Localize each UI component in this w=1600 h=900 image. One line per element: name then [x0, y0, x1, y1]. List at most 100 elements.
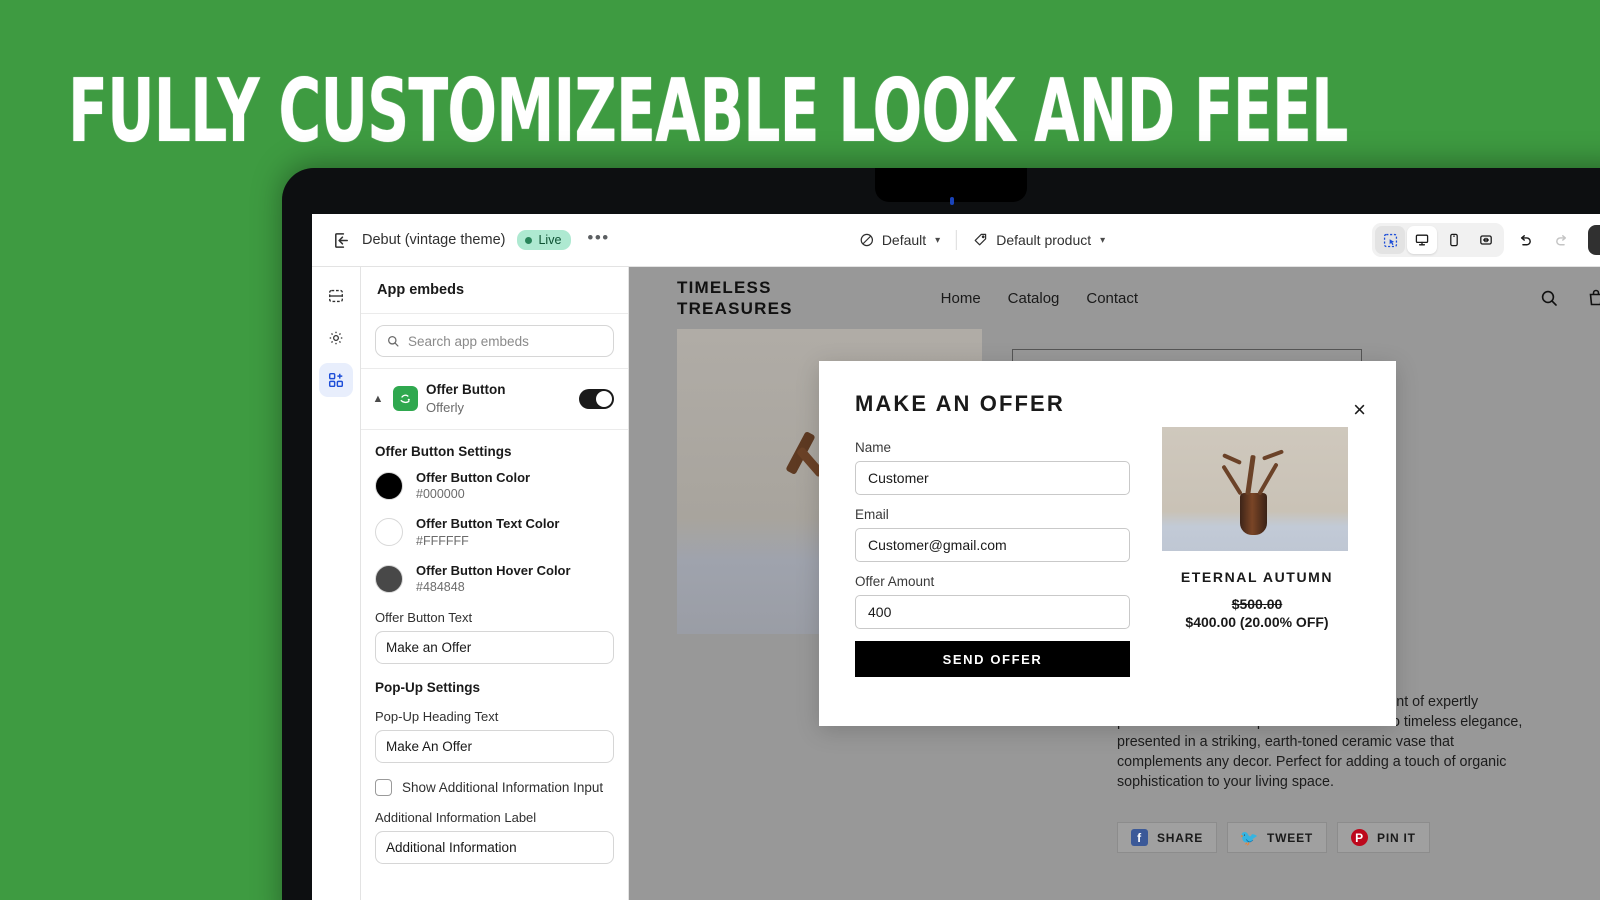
topbar-divider: [956, 230, 958, 250]
offer-amount-field-label: Offer Amount: [855, 574, 935, 589]
apps-icon[interactable]: [319, 363, 353, 397]
send-offer-button[interactable]: SEND OFFER: [855, 641, 1130, 677]
color-setting-hex: #FFFFFF: [416, 533, 469, 548]
branch-shape: [1257, 462, 1279, 496]
search-placeholder: Search app embeds: [408, 333, 529, 349]
share-button-twitter-label: TWEET: [1267, 830, 1314, 845]
undo-button[interactable]: [1510, 225, 1540, 255]
color-setting-label: Offer Button Color: [416, 469, 531, 485]
offer-form: MAKE AN OFFER Name Customer Email Custom…: [855, 391, 1130, 726]
template-selector-label: Default: [881, 232, 927, 248]
theme-name: Debut (vintage theme): [362, 232, 506, 248]
make-offer-modal: × MAKE AN OFFER Name Customer Email Cust…: [819, 361, 1396, 726]
name-field[interactable]: Customer: [855, 461, 1130, 495]
branch-shape: [1221, 464, 1243, 496]
live-dot-icon: [525, 236, 533, 244]
offerly-app-icon: [393, 386, 418, 412]
offer-button-settings: Offer Button Settings Offer Button Color…: [361, 430, 628, 865]
modal-product-card: ETERNAL AUTUMN $500.00 $400.00 (20.00% O…: [1162, 391, 1352, 726]
share-button-pinterest-label: PIN IT: [1377, 830, 1416, 845]
store-nav: Home Catalog Contact: [941, 290, 1138, 307]
more-menu-button[interactable]: •••: [581, 227, 615, 253]
popup-heading-label: Pop-Up Heading Text: [375, 709, 499, 725]
branch-shape: [1261, 449, 1285, 461]
color-setting-hex: #000000: [416, 487, 465, 502]
topbar-actions: Save: [1372, 223, 1600, 257]
device-camera-dot: [950, 197, 954, 205]
color-swatch[interactable]: [375, 564, 403, 593]
modal-title: MAKE AN OFFER: [855, 391, 1065, 416]
color-setting-row[interactable]: Offer Button Text Color #FFFFFF: [375, 515, 614, 549]
fullwidth-preview-icon[interactable]: [1471, 226, 1501, 254]
product-selector-label: Default product: [996, 232, 1092, 248]
additional-info-label-label: Additional Information Label: [375, 810, 537, 826]
app-embeds-sidebar: App embeds Search app embeds ▲ Offer But…: [361, 267, 629, 900]
topbar-center-selectors: Default ▾ Default product ▾: [850, 227, 1114, 253]
nav-item-catalog[interactable]: Catalog: [1008, 290, 1060, 307]
search-container: Search app embeds: [361, 314, 628, 369]
nav-item-home[interactable]: Home: [941, 290, 981, 307]
app-embed-row[interactable]: ▲ Offer Button Offerly: [361, 369, 628, 430]
search-icon: [1541, 290, 1557, 306]
offer-button-text-label: Offer Button Text: [375, 610, 473, 626]
color-swatch[interactable]: [375, 471, 403, 500]
offer-amount-field[interactable]: 400: [855, 595, 1130, 629]
sections-icon[interactable]: [319, 279, 353, 313]
store-logo-line1: TIMELESS: [677, 278, 772, 297]
promo-headline: FULLY CUSTOMIZEABLE LOOK AND FEEL: [68, 61, 1348, 163]
sidebar-title: App embeds: [361, 267, 628, 314]
modal-offer-price: $400.00 (20.00% OFF): [1185, 614, 1329, 630]
color-swatch[interactable]: [375, 518, 403, 547]
modal-original-price: $500.00: [1231, 596, 1283, 612]
desktop-preview-icon[interactable]: [1407, 226, 1438, 254]
store-preview: TIMELESS TREASURES Home Catalog Contact: [629, 267, 1600, 900]
popup-settings-title: Pop-Up Settings: [375, 680, 480, 696]
branch-shape: [1222, 453, 1242, 465]
color-setting-row[interactable]: Offer Button Hover Color #484848: [375, 562, 614, 596]
store-header-icons: [1539, 288, 1600, 308]
device-frame: Debut (vintage theme) Live ••• Default ▾…: [282, 168, 1600, 900]
share-button-facebook[interactable]: f SHARE: [1117, 822, 1218, 853]
mobile-preview-icon[interactable]: [1439, 226, 1469, 254]
offer-button-text-input[interactable]: Make an Offer: [375, 631, 614, 665]
settings-section-title: Offer Button Settings: [375, 443, 512, 459]
inspect-tool-icon[interactable]: [1375, 226, 1406, 254]
editor-topbar: Debut (vintage theme) Live ••• Default ▾…: [312, 214, 1600, 267]
nav-item-contact[interactable]: Contact: [1086, 290, 1138, 307]
pinterest-icon: P: [1351, 829, 1369, 846]
app-embed-subtitle: Offerly: [426, 400, 465, 416]
shopping-bag-icon: [1589, 289, 1600, 306]
facebook-icon: f: [1131, 829, 1148, 846]
store-logo[interactable]: TIMELESS TREASURES: [677, 277, 793, 319]
vase-shape: [1240, 493, 1267, 535]
app-embed-texts: Offer Button Offerly: [426, 381, 505, 417]
share-button-twitter[interactable]: 🐦 TWEET: [1227, 822, 1328, 853]
toggle-knob: [596, 390, 612, 407]
close-icon[interactable]: ×: [1353, 399, 1366, 421]
popup-heading-input[interactable]: Make An Offer: [375, 730, 614, 764]
redo-button[interactable]: [1546, 225, 1576, 255]
modal-product-title: ETERNAL AUTUMN: [1180, 569, 1334, 585]
email-field[interactable]: Customer@gmail.com: [855, 528, 1130, 562]
save-button[interactable]: Save: [1588, 225, 1600, 255]
chevron-up-icon[interactable]: ▲: [371, 393, 385, 405]
exit-icon[interactable]: [326, 225, 356, 255]
branch-shape: [1245, 454, 1256, 496]
additional-info-label-input[interactable]: Additional Information: [375, 831, 614, 865]
status-badge: Live: [517, 230, 572, 250]
show-additional-info-row[interactable]: Show Additional Information Input: [375, 779, 614, 797]
settings-icon[interactable]: [319, 321, 353, 355]
show-additional-info-label: Show Additional Information Input: [402, 780, 604, 796]
app-embed-toggle[interactable]: [579, 388, 614, 409]
share-button-pinterest[interactable]: P PIN IT: [1337, 822, 1430, 853]
editor-body: App embeds Search app embeds ▲ Offer But…: [312, 267, 1600, 900]
email-field-label: Email: [855, 507, 889, 522]
show-additional-info-checkbox[interactable]: [375, 779, 392, 797]
chevron-down-icon: ▾: [935, 234, 941, 246]
share-button-facebook-label: SHARE: [1157, 830, 1204, 845]
template-selector[interactable]: Default ▾: [850, 227, 949, 253]
product-selector[interactable]: Default product ▾: [964, 227, 1114, 253]
search-input[interactable]: Search app embeds: [375, 325, 614, 357]
search-icon: [388, 336, 399, 347]
color-setting-row[interactable]: Offer Button Color #000000: [375, 469, 614, 503]
